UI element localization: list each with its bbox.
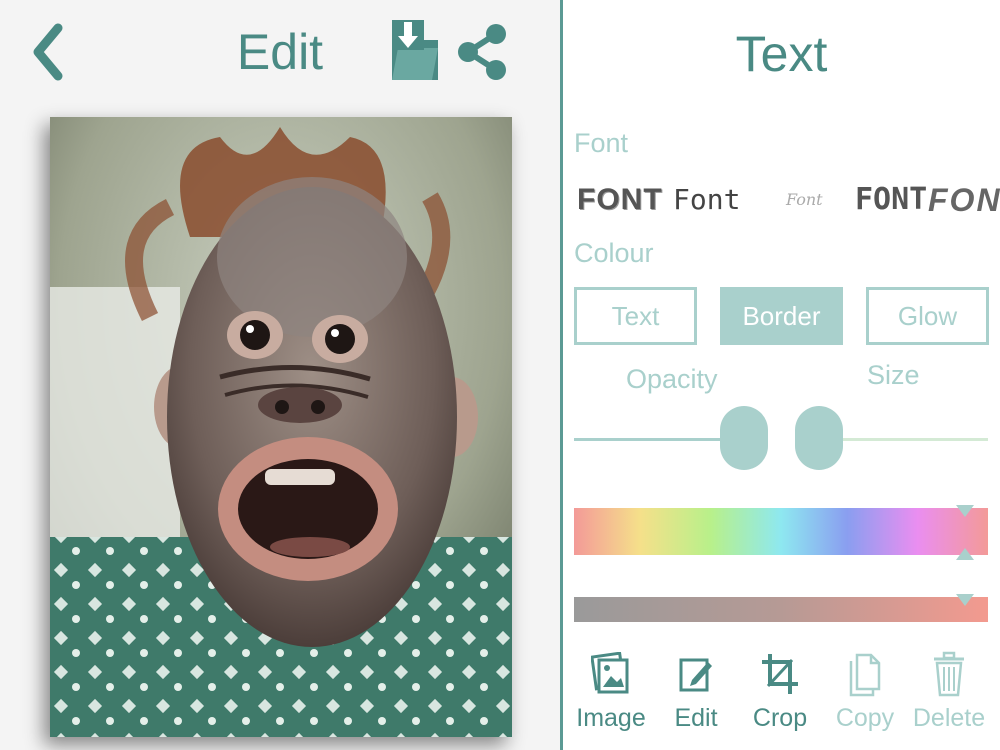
tab-text-colour[interactable]: Text bbox=[574, 287, 697, 345]
shade-marker[interactable] bbox=[956, 594, 974, 606]
crop-icon bbox=[762, 654, 798, 694]
opacity-slider-handle[interactable] bbox=[720, 406, 768, 470]
colour-section-label: Colour bbox=[574, 238, 654, 268]
font-section-label: Font bbox=[574, 128, 629, 158]
download-folder-icon bbox=[392, 20, 438, 80]
image-button-label: Image bbox=[576, 704, 646, 732]
chevron-left-icon bbox=[33, 23, 63, 81]
copy-button-label: Copy bbox=[835, 704, 895, 732]
opacity-label: Opacity bbox=[626, 364, 718, 394]
font-option-1[interactable]: FONT bbox=[577, 176, 663, 224]
size-slider-track[interactable] bbox=[818, 438, 988, 441]
shade-colour-bar[interactable] bbox=[574, 597, 988, 622]
hue-marker-top[interactable] bbox=[956, 505, 974, 517]
crop-button[interactable]: Crop bbox=[737, 648, 823, 744]
photo-canvas[interactable] bbox=[50, 117, 512, 737]
image-button[interactable]: Image bbox=[568, 648, 654, 744]
share-button[interactable] bbox=[456, 22, 508, 82]
tab-glow-colour[interactable]: Glow bbox=[866, 287, 989, 345]
back-button[interactable] bbox=[28, 22, 68, 82]
crop-button-label: Crop bbox=[752, 704, 808, 732]
trash-icon bbox=[934, 651, 964, 697]
share-icon bbox=[458, 24, 506, 80]
copy-button[interactable]: Copy bbox=[822, 648, 908, 744]
page-title: Edit bbox=[236, 24, 324, 80]
text-settings-panel: Text Font FONT Font Font FONT FONT Colou… bbox=[563, 0, 1000, 750]
delete-button-label: Delete bbox=[912, 704, 986, 732]
font-option-5[interactable]: FONT bbox=[928, 176, 1000, 224]
opacity-slider-track[interactable] bbox=[574, 438, 744, 441]
orangutan-photo bbox=[50, 117, 512, 737]
edit-button-label: Edit bbox=[674, 704, 718, 732]
font-option-4[interactable]: FONT bbox=[855, 176, 927, 224]
font-option-3[interactable]: Font bbox=[786, 176, 823, 224]
font-option-2[interactable]: Font bbox=[673, 176, 740, 224]
image-icon bbox=[591, 652, 629, 694]
hue-marker-bottom[interactable] bbox=[956, 548, 974, 560]
size-label: Size bbox=[867, 360, 920, 390]
hue-colour-bar[interactable] bbox=[574, 508, 988, 555]
edit-button[interactable]: Edit bbox=[653, 648, 739, 744]
pencil-icon bbox=[679, 658, 712, 692]
size-slider-handle[interactable] bbox=[795, 406, 843, 470]
tab-border-colour[interactable]: Border bbox=[720, 287, 843, 345]
copy-icon bbox=[849, 653, 881, 697]
delete-button[interactable]: Delete bbox=[906, 648, 992, 744]
editor-panel: Edit bbox=[0, 0, 560, 750]
font-picker: FONT Font Font FONT FONT bbox=[571, 176, 1000, 224]
panel-title: Text bbox=[735, 26, 828, 82]
save-button[interactable] bbox=[388, 18, 442, 84]
